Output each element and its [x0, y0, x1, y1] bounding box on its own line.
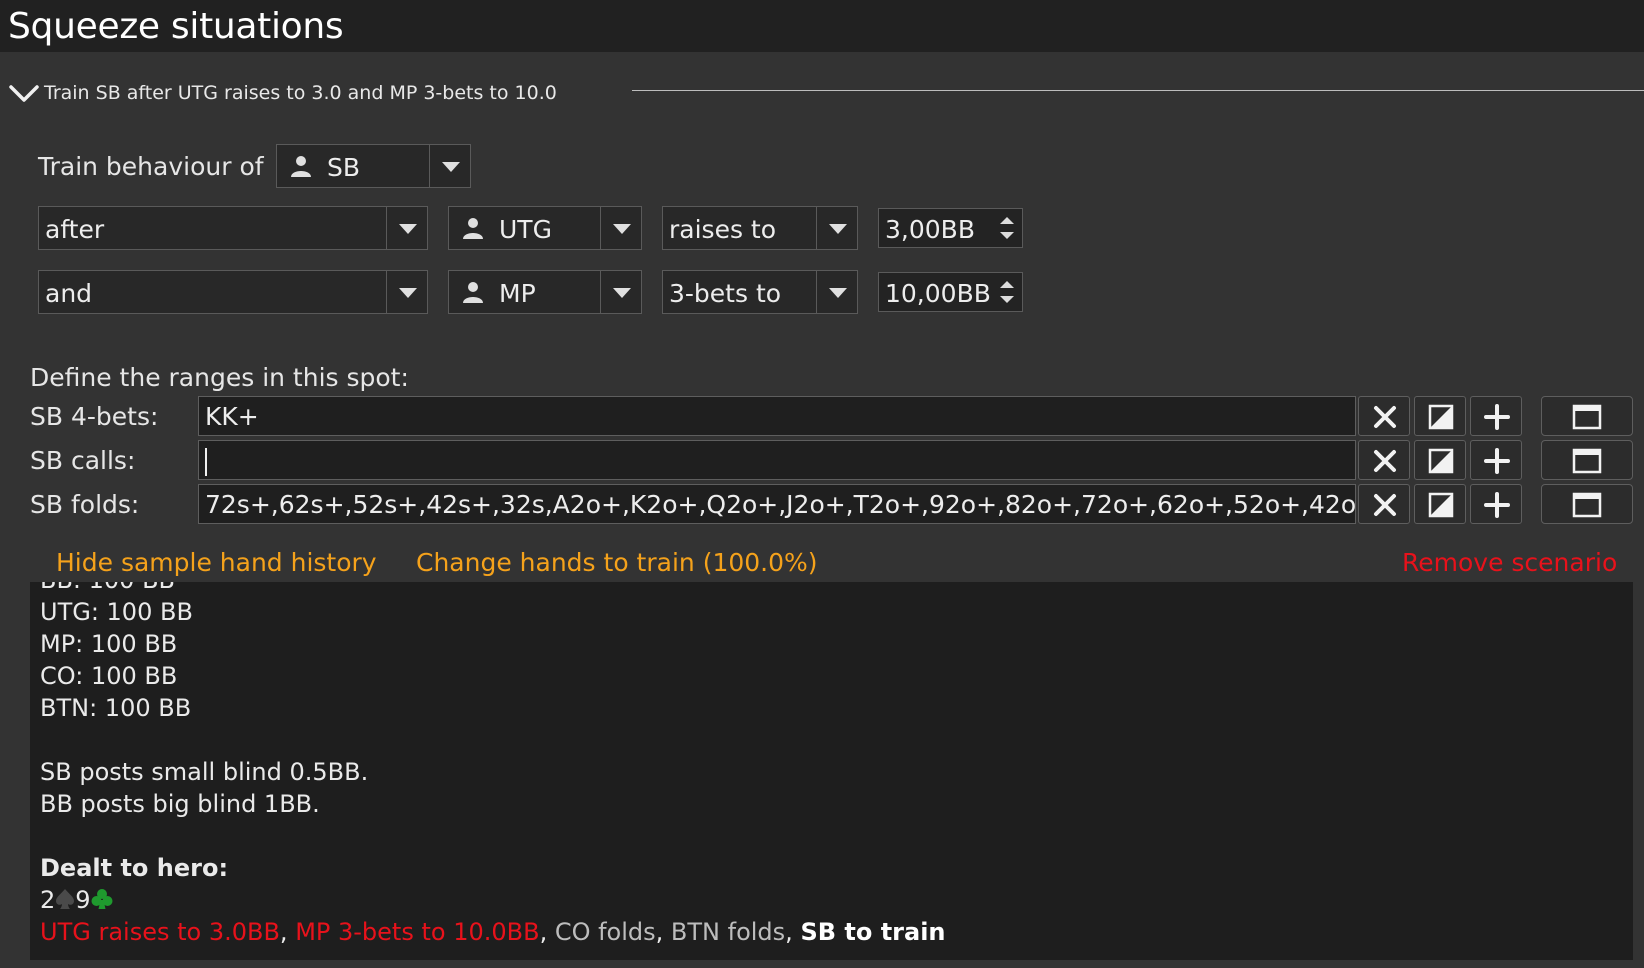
- open-range-editor-button[interactable]: [1541, 440, 1633, 480]
- section-divider: [632, 90, 1644, 91]
- open-range-editor-button[interactable]: [1541, 484, 1633, 524]
- plus-icon: [1484, 404, 1510, 430]
- invert-range-button[interactable]: [1414, 396, 1466, 436]
- action-summary: UTG raises to 3.0BB, MP 3-bets to 10.0BB…: [40, 918, 946, 946]
- range-label-folds: SB folds:: [30, 490, 140, 519]
- dropdown-value: raises to: [669, 215, 777, 244]
- chevron-down-icon[interactable]: [8, 82, 40, 106]
- dropdown-value: and: [45, 279, 93, 308]
- amount-value: 10,00BB: [885, 279, 991, 308]
- add-range-button[interactable]: [1470, 484, 1522, 524]
- action-dropdown-2[interactable]: 3-bets to: [662, 270, 858, 314]
- invert-icon: [1428, 448, 1454, 474]
- history-line: UTG: 100 BB: [40, 598, 193, 626]
- spin-down-icon[interactable]: [1000, 232, 1014, 239]
- close-icon: [1374, 406, 1396, 428]
- plus-icon: [1484, 492, 1510, 518]
- action-segment: ,: [785, 918, 801, 946]
- add-range-button[interactable]: [1470, 440, 1522, 480]
- dropdown-value: 3-bets to: [669, 279, 782, 308]
- dropdown-value: after: [45, 215, 105, 244]
- window-icon: [1572, 448, 1602, 474]
- window-icon: [1572, 404, 1602, 430]
- section-title[interactable]: Train SB after UTG raises to 3.0 and MP …: [44, 82, 557, 104]
- range-input-4bet[interactable]: KK+: [198, 396, 1356, 436]
- range-input-folds[interactable]: 72s+,62s+,52s+,42s+,32s,A2o+,K2o+,Q2o+,J…: [198, 484, 1356, 524]
- invert-range-button[interactable]: [1414, 440, 1466, 480]
- spin-down-icon[interactable]: [1000, 296, 1014, 303]
- chevron-down-icon[interactable]: [816, 271, 857, 313]
- title-bar: Squeeze situations: [0, 0, 1644, 52]
- action-segment: BTN folds: [670, 918, 786, 946]
- window-icon: [1572, 492, 1602, 518]
- amount-value: 3,00BB: [885, 215, 975, 244]
- chevron-down-icon[interactable]: [386, 207, 427, 249]
- history-line: CO: 100 BB: [40, 662, 178, 690]
- chevron-down-icon[interactable]: [429, 145, 470, 187]
- chevron-down-icon[interactable]: [600, 271, 641, 313]
- history-line: BB posts big blind 1BB.: [40, 790, 320, 818]
- invert-icon: [1428, 404, 1454, 430]
- close-icon: [1374, 494, 1396, 516]
- dropdown-value: UTG: [499, 215, 552, 244]
- chevron-down-icon[interactable]: [816, 207, 857, 249]
- range-label-4bet: SB 4-bets:: [30, 402, 159, 431]
- chevron-down-icon[interactable]: [600, 207, 641, 249]
- person-icon: [463, 218, 483, 239]
- action-segment: MP 3-bets to 10.0BB: [295, 918, 540, 946]
- person-icon: [463, 282, 483, 303]
- spin-up-icon[interactable]: [1000, 217, 1014, 224]
- history-line: SB posts small blind 0.5BB.: [40, 758, 369, 786]
- action-segment: UTG raises to 3.0BB: [40, 918, 280, 946]
- action-segment: SB to train: [800, 918, 946, 946]
- range-input-calls[interactable]: [198, 440, 1356, 480]
- action-segment: ,: [279, 918, 296, 946]
- clear-range-button[interactable]: [1358, 484, 1410, 524]
- actor-dropdown-2[interactable]: MP: [448, 270, 642, 314]
- invert-range-button[interactable]: [1414, 484, 1466, 524]
- spade-icon: [56, 889, 75, 909]
- history-line: BTN: 100 BB: [40, 694, 192, 722]
- plus-icon: [1484, 448, 1510, 474]
- history-line: MP: 100 BB: [40, 630, 178, 658]
- connector-dropdown-1[interactable]: after: [38, 206, 428, 250]
- action-dropdown-1[interactable]: raises to: [662, 206, 858, 250]
- close-icon: [1374, 450, 1396, 472]
- train-behaviour-label: Train behaviour of: [38, 152, 264, 181]
- clear-range-button[interactable]: [1358, 396, 1410, 436]
- card-rank: 2: [40, 886, 56, 914]
- amount-spinbox-2[interactable]: 10,00BB: [878, 272, 1023, 312]
- dropdown-value: MP: [499, 279, 536, 308]
- invert-icon: [1428, 492, 1454, 518]
- amount-spinbox-1[interactable]: 3,00BB: [878, 208, 1023, 248]
- history-line: BB: 100 BB: [40, 582, 175, 594]
- dropdown-value: SB: [327, 153, 361, 182]
- spin-up-icon[interactable]: [1000, 281, 1014, 288]
- action-segment: ,: [655, 918, 671, 946]
- hide-history-link[interactable]: Hide sample hand history: [56, 548, 377, 577]
- actor-dropdown-1[interactable]: UTG: [448, 206, 642, 250]
- range-label-calls: SB calls:: [30, 446, 136, 475]
- hero-player-dropdown[interactable]: SB: [276, 144, 471, 188]
- action-segment: CO folds: [554, 918, 656, 946]
- person-icon: [291, 156, 311, 177]
- add-range-button[interactable]: [1470, 396, 1522, 436]
- connector-dropdown-2[interactable]: and: [38, 270, 428, 314]
- clear-range-button[interactable]: [1358, 440, 1410, 480]
- remove-scenario-link[interactable]: Remove scenario: [1402, 548, 1617, 577]
- chevron-down-icon[interactable]: [386, 271, 427, 313]
- hero-cards: 29: [40, 886, 113, 914]
- open-range-editor-button[interactable]: [1541, 396, 1633, 436]
- dealt-to-hero-label: Dealt to hero:: [40, 854, 229, 882]
- card-rank: 9: [75, 886, 91, 914]
- hand-history-panel[interactable]: BB: 100 BB UTG: 100 BB MP: 100 BB CO: 10…: [30, 582, 1633, 960]
- action-segment: ,: [539, 918, 555, 946]
- change-hands-link[interactable]: Change hands to train (100.0%): [416, 548, 818, 577]
- text-cursor: [205, 448, 207, 476]
- club-icon: [91, 889, 113, 909]
- ranges-heading: Define the ranges in this spot:: [30, 363, 409, 392]
- page-title: Squeeze situations: [8, 6, 344, 47]
